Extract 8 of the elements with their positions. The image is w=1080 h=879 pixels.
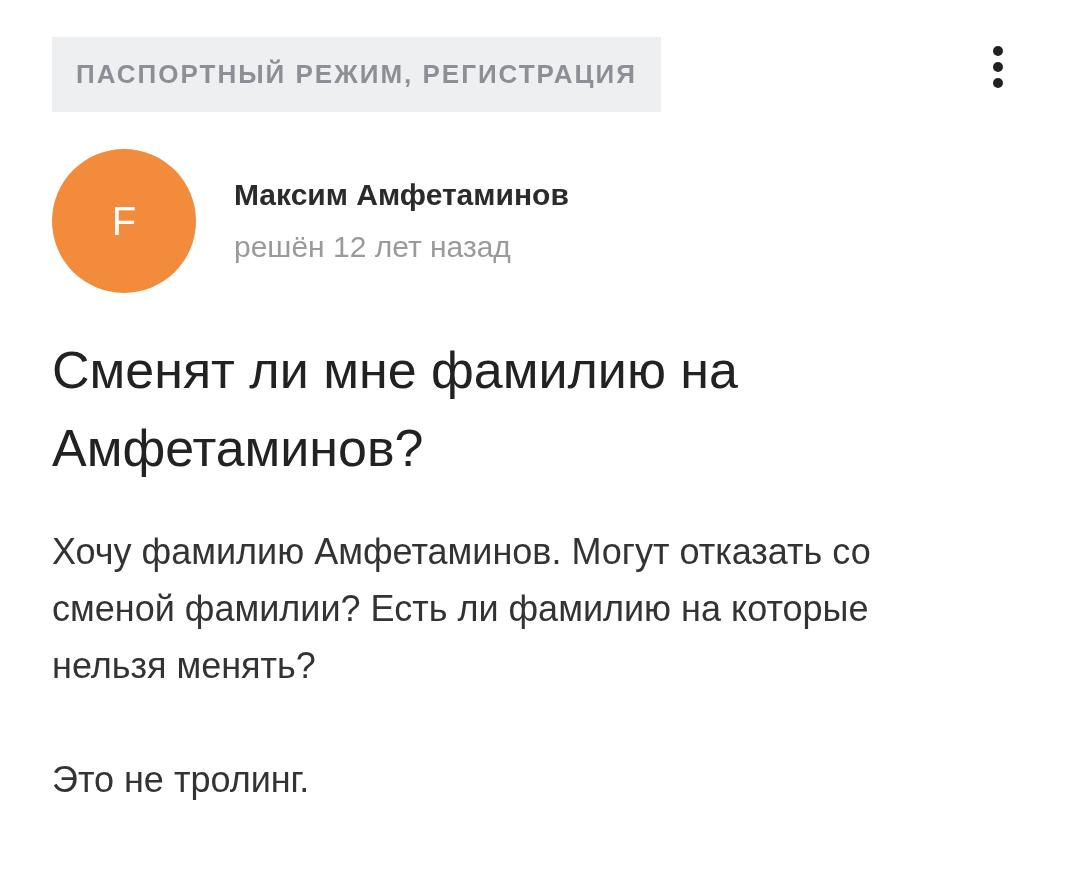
category-tag[interactable]: ПАСПОРТНЫЙ РЕЖИМ, РЕГИСТРАЦИЯ: [52, 37, 661, 112]
question-text: Это не тролинг.: [52, 758, 311, 802]
avatar[interactable]: F: [52, 149, 196, 293]
more-icon[interactable]: [992, 45, 1004, 89]
question-title: Сменят ли мне фамилию на Амфетаминов?: [52, 340, 739, 479]
question-text: Хочу фамилию Амфетаминов. Могут отказать со сменой фамилии? Есть ли фамилию на которые нельзя менять?: [52, 530, 872, 688]
solved-time: решён 12 лет назад: [234, 230, 512, 264]
author-name[interactable]: Максим Амфетаминов: [234, 178, 569, 212]
